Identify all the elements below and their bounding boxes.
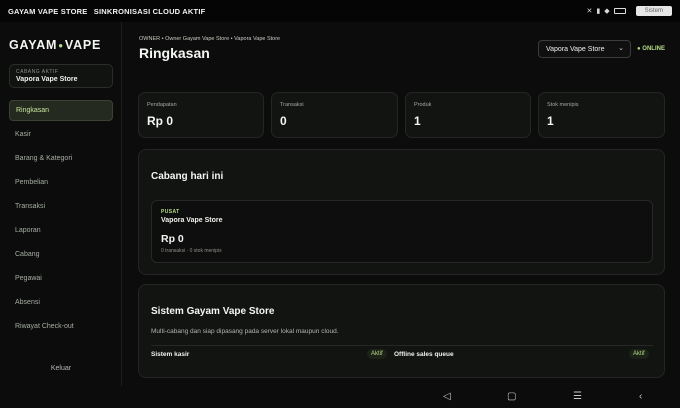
brand-dot-icon: ● <box>58 41 64 51</box>
main-content: OWNER • Owner Gayam Vape Store • Vapora … <box>123 22 680 386</box>
stat-card-stok-menipis: Stok menipis 1 <box>538 92 665 138</box>
sidebar-item-kasir[interactable]: Kasir <box>9 124 113 145</box>
status-bar-texts: GAYAM VAPE STORE SINKRONISASI CLOUD AKTI… <box>8 7 209 16</box>
brand-right: VAPE <box>64 38 102 52</box>
status-bar-icons: ✕ ▮ ◆ Sistem <box>587 6 672 16</box>
online-status: ● ONLINE <box>637 46 665 52</box>
system-row-label: Offline sales queue <box>394 351 454 358</box>
signal-icon: ▮ <box>596 8 601 15</box>
stat-label: Transaksi <box>280 102 304 108</box>
stat-card-produk: Produk 1 <box>405 92 531 138</box>
system-card-description: Multi-cabang dan siap dipasang pada serv… <box>151 328 339 335</box>
sidebar-item-ringkasan[interactable]: Ringkasan <box>9 100 113 121</box>
branch-summary-amount: Rp 0 <box>161 233 184 245</box>
page-title: Ringkasan <box>139 45 210 61</box>
status-bar-app-name: GAYAM VAPE STORE <box>8 6 88 16</box>
brand-logo: GAYAM●VAPE <box>9 38 101 52</box>
sidebar-nav: Ringkasan Kasir Barang & Kategori Pembel… <box>9 100 113 340</box>
home-square-icon[interactable]: ▢ <box>507 391 516 402</box>
sidebar-item-barang-kategori[interactable]: Barang & Kategori <box>9 148 113 169</box>
stat-value: Rp 0 <box>147 114 174 128</box>
sidebar-item-transaksi[interactable]: Transaksi <box>9 196 113 217</box>
status-bar: GAYAM VAPE STORE SINKRONISASI CLOUD AKTI… <box>0 0 680 22</box>
branch-select-value: Vapora Vape Store <box>546 45 605 53</box>
brand-left: GAYAM <box>9 38 58 52</box>
divider <box>151 345 653 346</box>
branch-summary-name: Vapora Vape Store <box>161 217 223 224</box>
today-card-title: Cabang hari ini <box>151 171 224 182</box>
stat-label: Pendapatan <box>147 102 177 108</box>
stat-value: 0 <box>280 114 287 128</box>
android-nav-bar: ◁ ▢ ☰ ‹ <box>0 386 680 408</box>
sidebar-item-pegawai[interactable]: Pegawai <box>9 268 113 289</box>
today-card: Cabang hari ini PUSAT Vapora Vape Store … <box>138 149 665 275</box>
stat-value: 1 <box>547 114 554 128</box>
back-triangle-icon[interactable]: ◁ <box>443 391 451 402</box>
sidebar-item-absensi[interactable]: Absensi <box>9 292 113 313</box>
active-branch-box[interactable]: CABANG AKTIF Vapora Vape Store <box>9 64 113 88</box>
branch-summary-card[interactable]: PUSAT Vapora Vape Store Rp 0 0 transaksi… <box>151 200 653 263</box>
menu-icon[interactable]: ☰ <box>573 391 582 402</box>
sidebar-item-laporan[interactable]: Laporan <box>9 220 113 241</box>
stat-card-pendapatan: Pendapatan Rp 0 <box>138 92 264 138</box>
status-badge: Aktif <box>629 349 649 359</box>
stat-label: Produk <box>414 102 432 108</box>
system-card-title: Sistem Gayam Vape Store <box>151 306 275 317</box>
chevron-down-icon: ⌄ <box>618 45 624 52</box>
active-branch-caption: CABANG AKTIF <box>16 69 59 75</box>
system-card: Sistem Gayam Vape Store Multi-cabang dan… <box>138 284 665 378</box>
status-badge: Aktif <box>367 349 387 359</box>
sidebar-item-riwayat-checkout[interactable]: Riwayat Check-out <box>9 316 113 337</box>
battery-icon <box>613 8 626 14</box>
wifi-icon: ◆ <box>604 8 610 15</box>
stat-label: Stok menipis <box>547 102 579 108</box>
stat-value: 1 <box>414 114 421 128</box>
breadcrumb: OWNER • Owner Gayam Vape Store • Vapora … <box>139 36 281 42</box>
sidebar-item-pembelian[interactable]: Pembelian <box>9 172 113 193</box>
chevron-left-icon[interactable]: ‹ <box>639 391 642 402</box>
mute-icon: ✕ <box>586 8 593 15</box>
branch-summary-meta: 0 transaksi · 0 stok menipis <box>161 248 222 254</box>
active-branch-name: Vapora Vape Store <box>16 76 78 83</box>
system-row-label: Sistem kasir <box>151 351 190 358</box>
status-bar-sync-text: SINKRONISASI CLOUD AKTIF <box>93 6 206 16</box>
logout-button[interactable]: Keluar <box>0 365 122 372</box>
sidebar-item-cabang[interactable]: Cabang <box>9 244 113 265</box>
sidebar: GAYAM●VAPE CABANG AKTIF Vapora Vape Stor… <box>0 22 122 386</box>
system-badge[interactable]: Sistem <box>635 6 672 16</box>
branch-tag: PUSAT <box>161 209 180 215</box>
stat-card-transaksi: Transaksi 0 <box>271 92 398 138</box>
branch-select[interactable]: Vapora Vape Store ⌄ <box>538 40 631 58</box>
